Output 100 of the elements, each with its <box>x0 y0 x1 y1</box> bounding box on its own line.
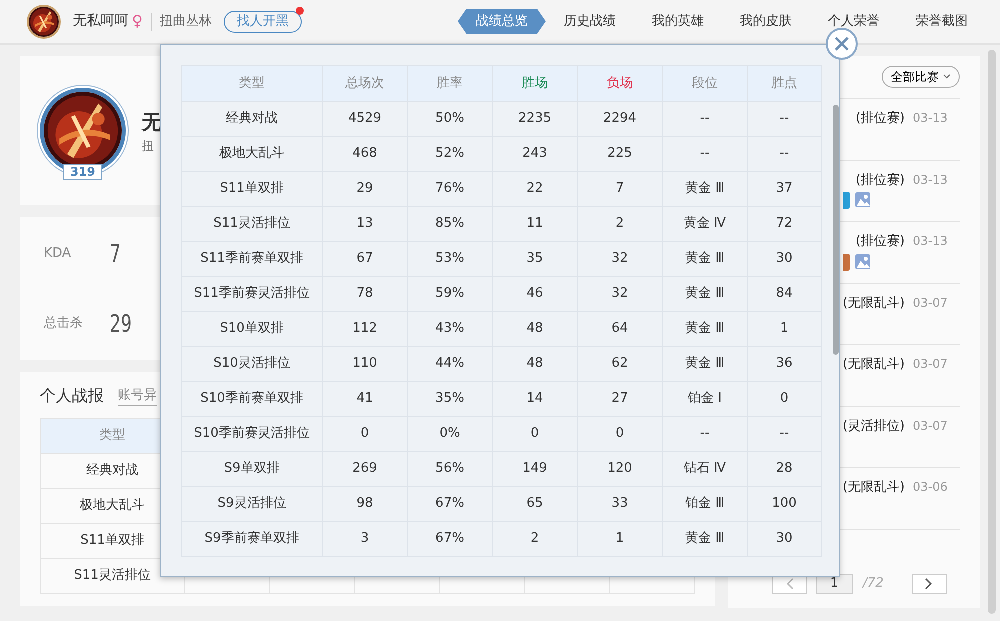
table-cell: S11单双排 <box>182 172 322 206</box>
table-cell: 35% <box>408 382 492 416</box>
table-cell: 35 <box>492 242 578 276</box>
column-header: 类型 <box>182 66 322 102</box>
table-cell: 0% <box>408 416 492 452</box>
nav-tab[interactable]: 我的皮肤 <box>722 8 810 34</box>
section-title: 个人战报 <box>40 385 104 407</box>
nav-tab[interactable]: 我的英雄 <box>634 8 722 34</box>
match-title[interactable]: (排位赛) <box>856 170 905 190</box>
table-cell: S10季前赛单双排 <box>182 382 322 416</box>
table-cell: 2235 <box>492 102 578 136</box>
table-cell: 13 <box>322 206 408 242</box>
table-cell: -- <box>662 416 748 452</box>
stat-label: 总击杀 <box>44 314 84 333</box>
gender-icon: ♀ <box>132 10 143 33</box>
page-input[interactable]: 1 <box>816 574 853 594</box>
table-cell: 黄金 Ⅲ <box>662 522 748 556</box>
scrollbar[interactable] <box>988 50 996 614</box>
table-cell: -- <box>748 416 822 452</box>
nav-tab[interactable]: 历史战绩 <box>546 8 634 34</box>
table-cell: 36 <box>748 346 822 382</box>
match-title[interactable]: (无限乱斗) <box>842 355 905 374</box>
chevron-right-icon <box>925 578 934 590</box>
table-cell: 黄金 Ⅲ <box>662 276 748 312</box>
column-header: 胜率 <box>408 66 492 102</box>
match-date: 03-07 <box>913 294 948 312</box>
column-header: 胜点 <box>748 66 822 102</box>
image-icon[interactable] <box>855 192 871 208</box>
match-date: 03-07 <box>913 418 948 434</box>
match-title[interactable]: (灵活排位) <box>842 416 905 436</box>
table-cell: 62 <box>578 346 662 382</box>
table-cell: 32 <box>578 242 662 276</box>
table-cell: 黄金 Ⅲ <box>662 242 748 276</box>
table-cell: 2294 <box>578 102 662 136</box>
table-cell: S10单双排 <box>182 312 322 346</box>
table-cell: 41 <box>322 382 408 416</box>
next-page-button[interactable] <box>912 574 947 594</box>
table-cell: S11季前赛灵活排位 <box>182 276 322 312</box>
scrollbar[interactable] <box>833 105 839 355</box>
table-cell: 120 <box>578 452 662 486</box>
table-cell: 黄金 Ⅲ <box>662 346 748 382</box>
server-name: 扭曲丛林 <box>160 12 212 31</box>
nav-tab[interactable]: 荣誉截图 <box>898 8 986 34</box>
table-cell: S9单双排 <box>182 452 322 486</box>
table-cell: 84 <box>748 276 822 312</box>
table-cell: 56% <box>408 452 492 486</box>
table-cell: 0 <box>322 416 408 452</box>
table-cell: 14 <box>492 382 578 416</box>
table-cell: 98 <box>322 486 408 522</box>
table-cell: 110 <box>322 346 408 382</box>
table-cell: 67 <box>322 242 408 276</box>
filter-dropdown[interactable]: 全部比赛 <box>882 66 960 88</box>
table-cell: 30 <box>748 242 822 276</box>
table-cell: 4529 <box>322 102 408 136</box>
table-cell: 85% <box>408 206 492 242</box>
table-cell: S10季前赛灵活排位 <box>182 416 322 452</box>
table-cell: -- <box>662 102 748 136</box>
table-cell: 53% <box>408 242 492 276</box>
table-cell: 149 <box>492 452 578 486</box>
table-cell: 32 <box>578 276 662 312</box>
match-title[interactable]: (无限乱斗) <box>842 478 905 498</box>
table-cell: 33 <box>578 486 662 522</box>
table-cell: 1 <box>748 312 822 346</box>
image-icon[interactable] <box>855 254 871 270</box>
column-header: 段位 <box>662 66 748 102</box>
table-cell: 468 <box>322 136 408 172</box>
match-title[interactable]: (无限乱斗) <box>842 294 905 313</box>
nav-tab[interactable]: 个人荣誉 <box>810 8 898 34</box>
table-cell: 67% <box>408 522 492 556</box>
column-header: 胜场 <box>492 66 578 102</box>
table-cell: 11 <box>492 206 578 242</box>
table-cell: 48 <box>492 346 578 382</box>
match-date: 03-13 <box>913 233 948 250</box>
chevron-left-icon <box>786 578 794 590</box>
match-date: 03-06 <box>913 479 948 496</box>
match-title[interactable]: (排位赛) <box>856 109 905 128</box>
table-cell: 极地大乱斗 <box>182 136 322 172</box>
table-cell: 铂金 Ⅰ <box>662 382 748 416</box>
table-cell: 50% <box>408 102 492 136</box>
table-cell: 0 <box>748 382 822 416</box>
table-cell: -- <box>662 136 748 172</box>
table-cell: 2 <box>578 206 662 242</box>
table-cell: 27 <box>578 382 662 416</box>
page-total: /72 <box>863 575 884 594</box>
stat-value: 29 <box>110 308 132 340</box>
table-cell: 112 <box>322 312 408 346</box>
caret-icon <box>943 74 951 80</box>
table-cell: 225 <box>578 136 662 172</box>
column-header: 负场 <box>578 66 662 102</box>
table-cell: 0 <box>578 416 662 452</box>
table-cell: 铂金 Ⅲ <box>662 486 748 522</box>
table-cell: 59% <box>408 276 492 312</box>
match-title[interactable]: (排位赛) <box>856 232 905 252</box>
table-cell: 黄金 Ⅲ <box>662 172 748 206</box>
table-cell: S10灵活排位 <box>182 346 322 382</box>
table-cell: 64 <box>578 312 662 346</box>
table-cell: 28 <box>748 452 822 486</box>
table-cell: 46 <box>492 276 578 312</box>
stat-value: 7 <box>110 238 121 270</box>
table-cell: 67% <box>408 486 492 522</box>
